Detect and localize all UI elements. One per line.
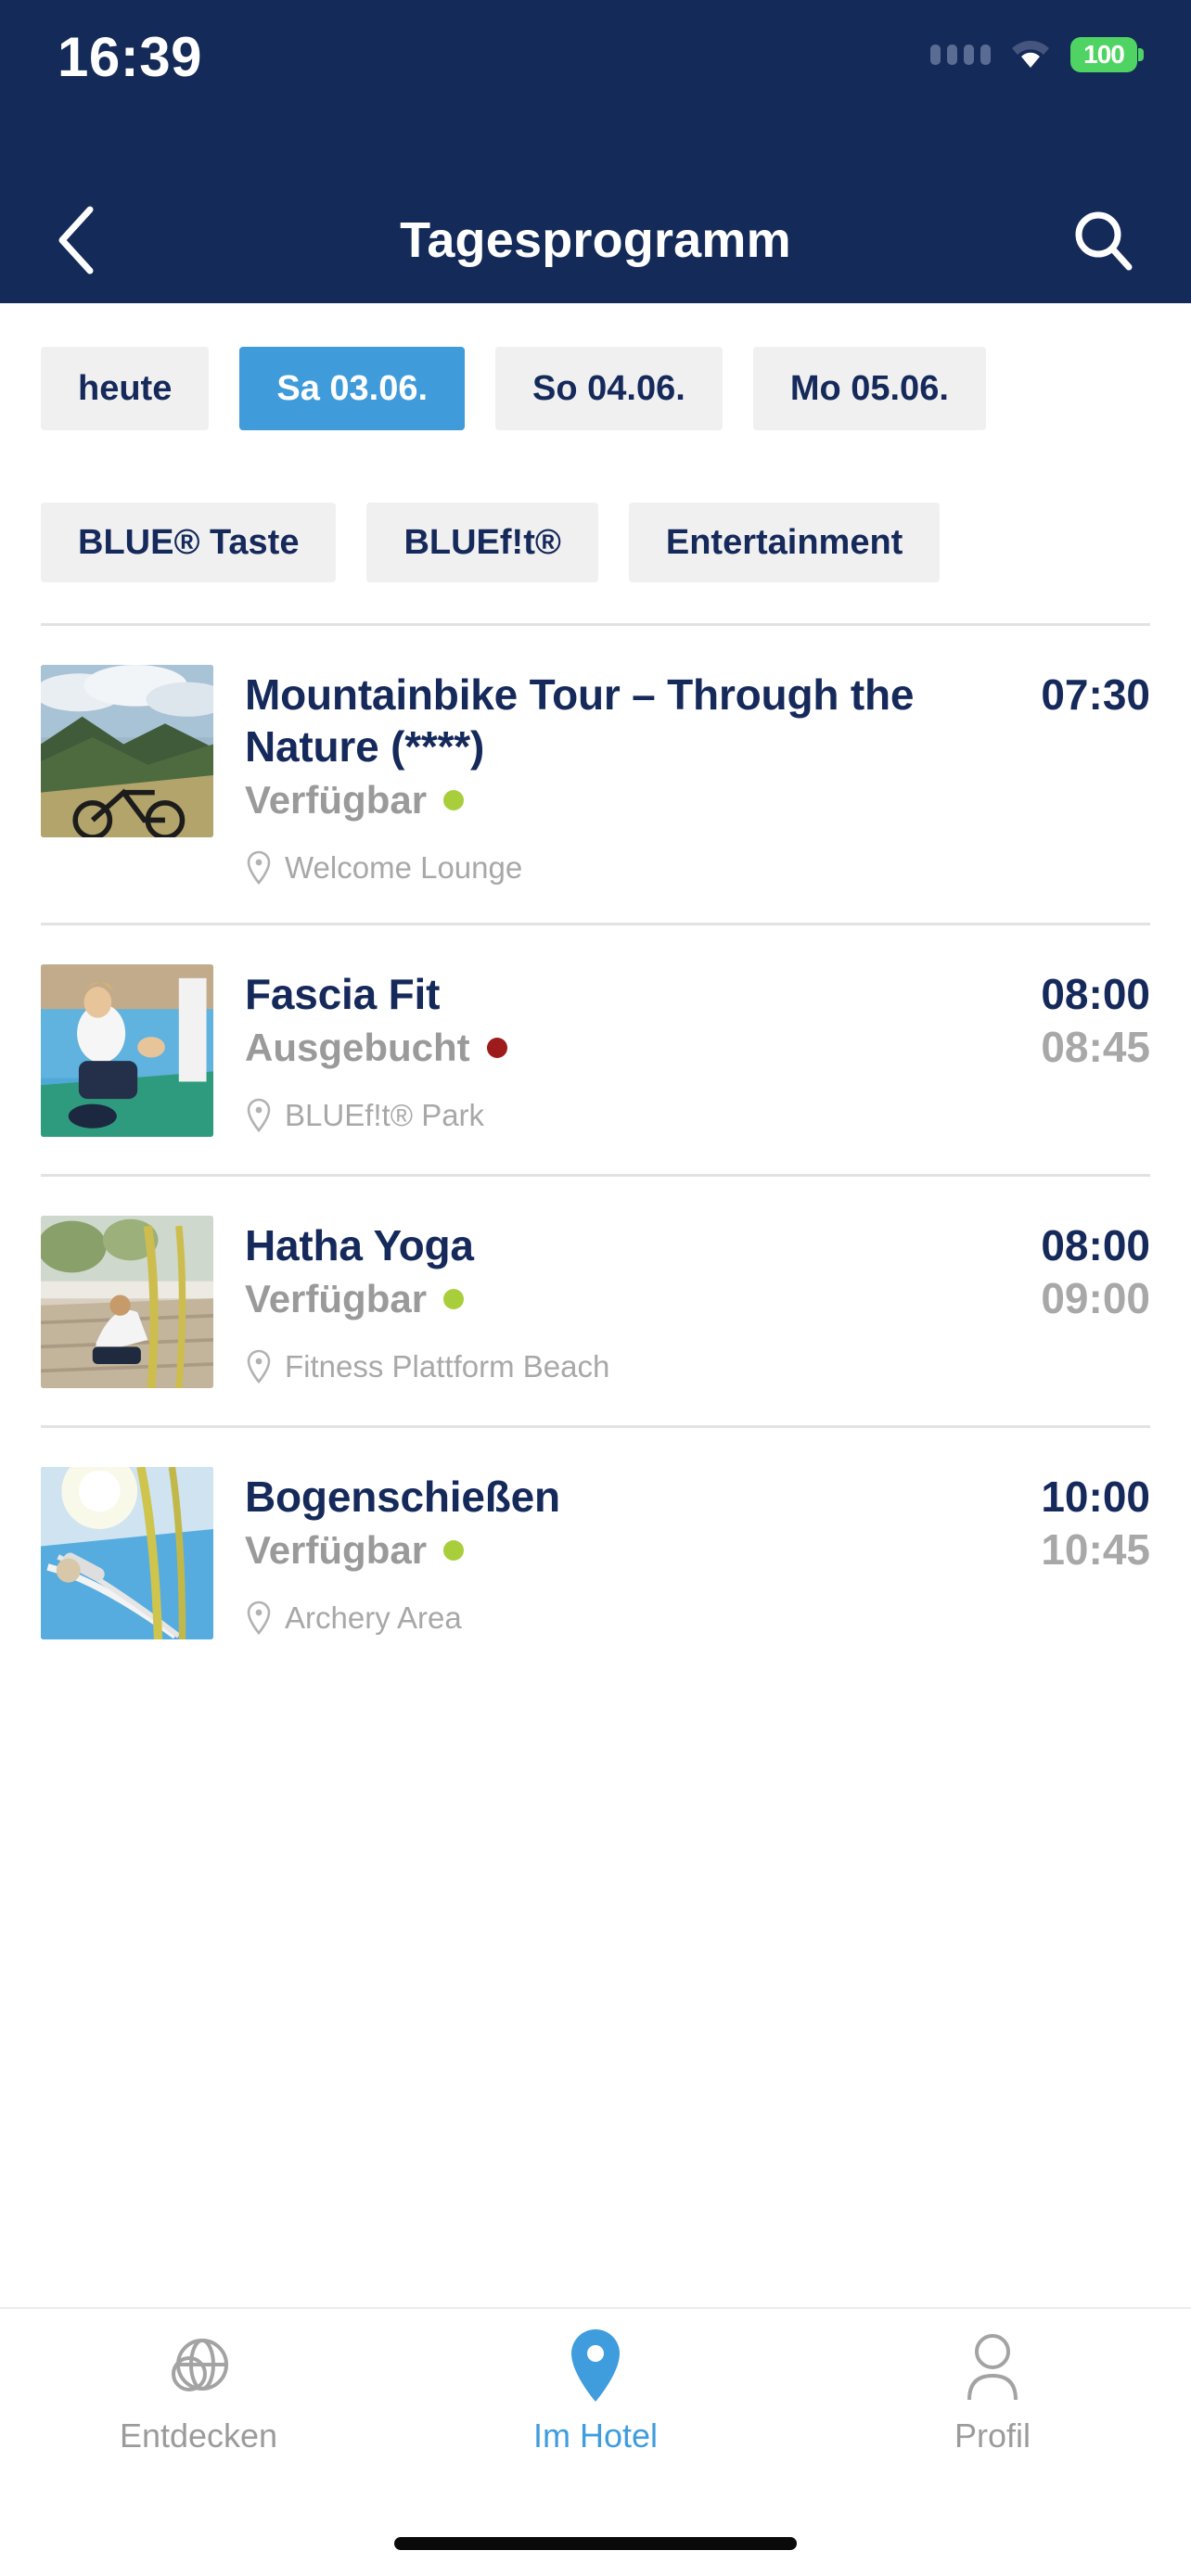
globe-icon (163, 2329, 234, 2404)
activity-location-0: Welcome Lounge (245, 850, 942, 886)
tab-label: Im Hotel (532, 2417, 659, 2455)
activity-thumbnail-1 (41, 964, 213, 1137)
activity-status-1: Ausgebucht (245, 1026, 942, 1070)
date-chip-2[interactable]: So 04.06. (495, 347, 723, 430)
tab-entdecken[interactable]: Entdecken (0, 2329, 397, 2455)
battery-level-label: 100 (1083, 40, 1125, 69)
tab-label: Entdecken (119, 2417, 278, 2455)
category-filter-row[interactable]: BLUE® Taste BLUEf!t® Entertainment (0, 503, 1191, 582)
activity-location-3: Archery Area (245, 1600, 942, 1636)
start-time: 10:00 (1041, 1473, 1150, 1521)
home-indicator (394, 2537, 797, 2550)
activity-details-0: Mountainbike Tour – Through the Nature (… (245, 665, 942, 886)
activity-row-2[interactable]: Hatha Yoga Verfügbar Fitness Plattform B… (0, 1177, 1191, 1425)
back-button[interactable] (37, 201, 115, 279)
activity-title: Fascia Fit (245, 970, 441, 1018)
category-chip-0[interactable]: BLUE® Taste (41, 503, 337, 582)
end-time: 10:45 (1041, 1525, 1150, 1574)
activity-times-3: 10:00 10:45 (974, 1467, 1150, 1576)
map-pin-icon (247, 1349, 271, 1384)
map-pin-icon (247, 850, 271, 886)
map-pin-icon (247, 1600, 271, 1636)
start-time: 07:30 (1041, 670, 1150, 719)
status-bar: 16:39 100 (0, 0, 1191, 176)
activity-location-2: Fitness Plattform Beach (245, 1349, 942, 1384)
activity-title: Mountainbike Tour – Through the Nature (… (245, 670, 915, 771)
location-label: Fitness Plattform Beach (285, 1349, 610, 1384)
status-bar-clock: 16:39 (58, 26, 202, 88)
location-label: Archery Area (285, 1600, 462, 1635)
activity-title: Hatha Yoga (245, 1221, 474, 1269)
status-dot (443, 1289, 465, 1309)
signal-dots-icon (930, 45, 991, 65)
activity-details-2: Hatha Yoga Verfügbar Fitness Plattform B… (245, 1216, 942, 1384)
activity-status-3: Verfügbar (245, 1528, 942, 1573)
status-dot (443, 1540, 465, 1561)
date-chip-0[interactable]: heute (41, 347, 210, 430)
map-pin-icon (247, 1098, 271, 1133)
end-time: 09:00 (1041, 1274, 1150, 1322)
tab-profil[interactable]: Profil (794, 2329, 1191, 2455)
activity-details-3: Bogenschießen Verfügbar Archery Area (245, 1467, 942, 1636)
wifi-icon (1009, 38, 1052, 71)
activity-thumbnail-3 (41, 1467, 213, 1639)
activity-row-0[interactable]: Mountainbike Tour – Through the Nature (… (0, 626, 1191, 923)
search-icon (1075, 211, 1133, 270)
activity-row-1[interactable]: Fascia Fit Ausgebucht BLUEf!t® Park 08:0… (0, 925, 1191, 1174)
status-label: Verfügbar (245, 778, 428, 822)
activity-list: Mountainbike Tour – Through the Nature (… (0, 623, 1191, 1677)
status-label: Verfügbar (245, 1277, 428, 1320)
navigation-bar: Tagesprogramm (0, 176, 1191, 303)
start-time: 08:00 (1041, 970, 1150, 1018)
map-pin-filled-icon (566, 2329, 625, 2404)
activity-row-3[interactable]: Bogenschießen Verfügbar Archery Area 10:… (0, 1428, 1191, 1677)
date-chip-1[interactable]: Sa 03.06. (239, 347, 466, 430)
bottom-tab-bar: Entdecken Im Hotel Profil (0, 2307, 1191, 2576)
activity-times-2: 08:00 09:00 (974, 1216, 1150, 1325)
status-bar-indicators: 100 (930, 37, 1144, 72)
activity-thumbnail-0 (41, 665, 213, 837)
activity-location-1: BLUEf!t® Park (245, 1098, 942, 1133)
activity-thumbnail-2 (41, 1216, 213, 1388)
tab-im-hotel[interactable]: Im Hotel (397, 2329, 794, 2455)
tab-label: Profil (954, 2417, 1031, 2455)
category-chip-1[interactable]: BLUEf!t® (366, 503, 598, 582)
status-dot (443, 790, 465, 810)
start-time: 08:00 (1041, 1221, 1150, 1269)
page-title: Tagesprogramm (400, 211, 791, 268)
battery-icon: 100 (1070, 37, 1144, 72)
status-label: Ausgebucht (245, 1026, 470, 1069)
location-label: Welcome Lounge (285, 850, 523, 885)
search-button[interactable] (1065, 201, 1143, 279)
category-chip-2[interactable]: Entertainment (628, 503, 941, 582)
date-filter-row[interactable]: heute Sa 03.06. So 04.06. Mo 05.06. (0, 347, 1191, 430)
activity-title: Bogenschießen (245, 1473, 560, 1521)
status-label: Verfügbar (245, 1528, 428, 1572)
status-dot (486, 1038, 507, 1058)
person-icon (960, 2329, 1025, 2404)
location-label: BLUEf!t® Park (285, 1098, 485, 1132)
activity-status-2: Verfügbar (245, 1277, 942, 1321)
date-chip-3[interactable]: Mo 05.06. (752, 347, 986, 430)
activity-times-1: 08:00 08:45 (974, 964, 1150, 1074)
chevron-left-icon (58, 206, 94, 274)
activity-status-0: Verfügbar (245, 778, 942, 823)
activity-times-0: 07:30 (974, 665, 1150, 721)
activity-details-1: Fascia Fit Ausgebucht BLUEf!t® Park (245, 964, 942, 1133)
end-time: 08:45 (1041, 1023, 1150, 1071)
